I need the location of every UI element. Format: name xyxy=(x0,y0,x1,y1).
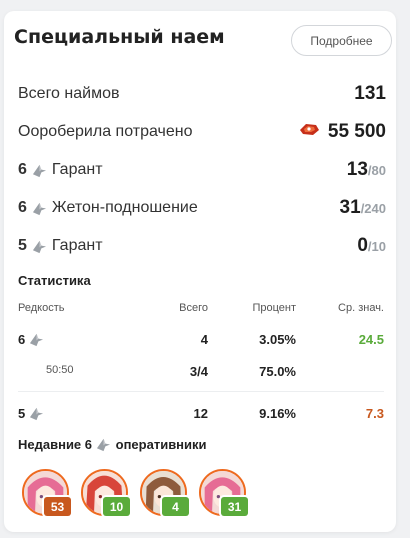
total-pulls-label: Всего наймов xyxy=(18,85,120,102)
header-total: Всего xyxy=(179,302,208,314)
row-divider xyxy=(18,391,384,392)
rarity-star-icon xyxy=(32,239,47,254)
six-star-guarantee-label: Гарант xyxy=(51,161,103,178)
cell-total: 3/4 xyxy=(189,364,208,379)
rarity-star-icon xyxy=(29,332,44,347)
cell-fifty-fifty: 50:50 xyxy=(46,364,74,376)
spent-row: Оороберила потрачено 55 500 xyxy=(18,120,386,144)
table-row: 50:50 3/4 75.0% xyxy=(18,364,384,384)
six-star-token-value: 31 xyxy=(339,197,361,218)
operator-count-badge: 53 xyxy=(44,497,71,516)
total-pulls-row: Всего наймов 131 xyxy=(18,82,386,106)
rarity-star-icon xyxy=(29,406,44,421)
rarity-number: 5 xyxy=(18,406,26,421)
operator-avatar[interactable]: 53 xyxy=(22,469,71,516)
operator-count-badge: 4 xyxy=(162,497,189,516)
cell-percent: 75.0% xyxy=(259,364,296,379)
card-header: Специальный наем Подробнее xyxy=(14,25,392,56)
operator-count-badge: 10 xyxy=(103,497,130,516)
operator-avatar[interactable]: 10 xyxy=(81,469,130,516)
six-star-token-row: 6 Жетон-подношение 31/240 xyxy=(18,196,386,220)
statistics-table: Редкость Всего Процент Ср. знач. 6 4 3.0… xyxy=(18,302,384,426)
rarity-six-number: 6 xyxy=(18,161,27,178)
five-star-guarantee-denominator: /10 xyxy=(367,239,386,254)
recent-operators-title: Недавние 6 оперативники xyxy=(18,437,207,452)
recent-title-suffix: оперативники xyxy=(115,437,207,452)
cell-total: 12 xyxy=(193,406,208,421)
six-star-guarantee-row: 6 Гарант 13/80 xyxy=(18,158,386,182)
five-star-guarantee-row: 5 Гарант 0/10 xyxy=(18,234,386,258)
statistics-title: Статистика xyxy=(18,273,91,288)
table-row: 6 4 3.05% 24.5 xyxy=(18,332,384,352)
cell-percent: 3.05% xyxy=(259,332,296,347)
rarity-star-icon xyxy=(32,201,47,216)
recent-operators-list: 53 10 4 31 xyxy=(22,469,248,516)
statistics-header: Редкость Всего Процент Ср. знач. xyxy=(18,302,384,322)
operator-avatar[interactable]: 4 xyxy=(140,469,189,516)
six-star-guarantee-value: 13 xyxy=(346,159,368,180)
header-average: Ср. знач. xyxy=(338,302,384,314)
rarity-six-number: 6 xyxy=(18,199,27,216)
cell-total: 4 xyxy=(200,332,208,347)
table-row: 5 12 9.16% 7.3 xyxy=(18,406,384,426)
five-star-guarantee-label: Гарант xyxy=(51,237,103,254)
spent-label: Оороберила потрачено xyxy=(18,123,193,140)
rarity-star-icon xyxy=(96,437,111,452)
orundum-icon xyxy=(298,121,320,137)
six-star-token-denominator: /240 xyxy=(360,201,386,216)
cell-average: 24.5 xyxy=(358,332,384,347)
cell-percent: 9.16% xyxy=(259,406,296,421)
page-title: Специальный наем xyxy=(14,26,225,48)
five-star-guarantee-value: 0 xyxy=(357,235,368,256)
header-percent: Процент xyxy=(252,302,296,314)
six-star-token-label: Жетон-подношение xyxy=(51,199,198,216)
recent-title-prefix: Недавние 6 xyxy=(18,437,93,452)
rarity-star-icon xyxy=(32,163,47,178)
rarity-number: 6 xyxy=(18,332,26,347)
spent-value: 55 500 xyxy=(327,121,386,142)
six-star-guarantee-denominator: /80 xyxy=(367,163,386,178)
header-rarity: Редкость xyxy=(18,302,65,314)
operator-avatar[interactable]: 31 xyxy=(199,469,248,516)
details-button[interactable]: Подробнее xyxy=(291,25,392,56)
cell-average: 7.3 xyxy=(365,406,384,421)
operator-count-badge: 31 xyxy=(221,497,248,516)
rarity-five-number: 5 xyxy=(18,237,27,254)
total-pulls-value: 131 xyxy=(354,83,386,104)
